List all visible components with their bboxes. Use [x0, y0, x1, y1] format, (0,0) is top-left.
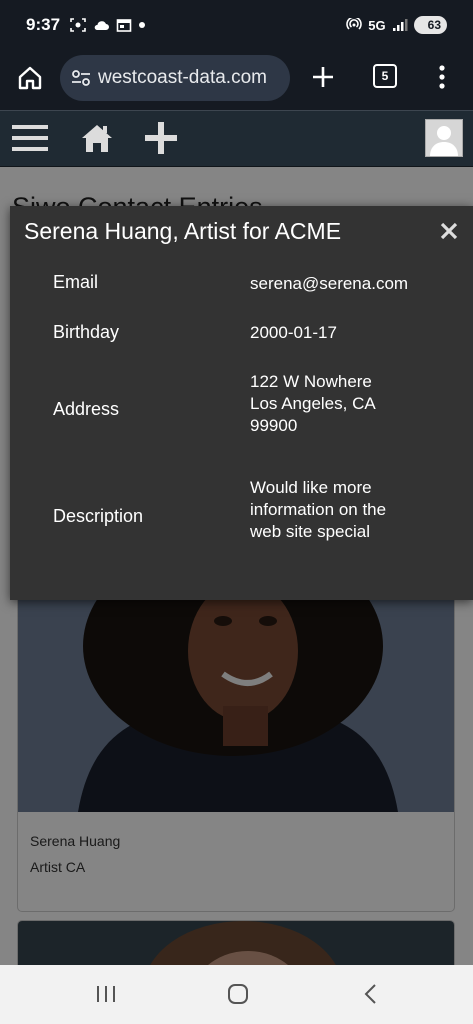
screen: 9:37 5G 63 westcoast-data.com 5 Serena H… [0, 0, 473, 1024]
status-notification-icons [70, 18, 146, 32]
modal-title: Serena Huang, Artist for ACME [24, 218, 342, 244]
user-avatar-icon[interactable] [425, 119, 463, 157]
close-icon[interactable] [440, 222, 458, 240]
url-text[interactable]: westcoast-data.com [98, 67, 267, 89]
address-label: Address [53, 399, 120, 419]
hotspot-icon [346, 18, 363, 30]
more-vert-icon[interactable] [434, 63, 450, 91]
description-line: web site special [250, 522, 371, 541]
address-line: Los Angeles, CA [250, 394, 376, 413]
description-line: Would like more [250, 478, 372, 497]
birthday-value: 2000-01-17 [250, 323, 337, 342]
site-info-icon[interactable] [70, 67, 92, 89]
hamburger-menu-icon[interactable] [12, 121, 48, 155]
description-label: Description [53, 506, 144, 526]
browser-toolbar: westcoast-data.com 5 [0, 50, 473, 110]
email-value: serena@serena.com [250, 274, 409, 293]
battery-level: 63 [427, 18, 441, 32]
home-icon[interactable] [80, 121, 114, 155]
dot-icon [139, 22, 146, 28]
contact-detail-modal: Serena Huang, Artist for ACME Email sere… [10, 206, 473, 600]
tab-count-label: 5 [381, 69, 389, 83]
add-icon[interactable] [144, 121, 178, 155]
system-navigation-bar [0, 965, 473, 1024]
address-line: 99900 [250, 416, 298, 435]
description-value: Would like more information on the web s… [250, 477, 450, 543]
status-time: 9:37 [26, 15, 61, 34]
recents-icon[interactable] [95, 985, 117, 1003]
address-value: 122 W Nowhere Los Angeles, CA 99900 [250, 371, 450, 437]
email-label: Email [53, 272, 99, 292]
back-icon[interactable] [362, 983, 378, 1005]
address-bar[interactable]: westcoast-data.com [60, 55, 290, 101]
tab-switcher-button[interactable]: 5 [373, 64, 397, 88]
screenshot-icon [70, 18, 86, 32]
status-system-icons: 5G 63 [346, 16, 447, 34]
home-button-icon[interactable] [227, 983, 249, 1005]
battery-indicator: 63 [413, 16, 447, 34]
birthday-label: Birthday [53, 322, 120, 342]
calendar-icon [116, 19, 132, 32]
description-line: information on the [250, 500, 387, 519]
signal-icon [392, 19, 408, 31]
network-type: 5G [368, 17, 386, 33]
plus-icon[interactable] [310, 64, 336, 90]
home-icon[interactable] [16, 64, 44, 92]
cloud-icon [94, 21, 110, 30]
app-navbar [0, 110, 473, 167]
status-bar: 9:37 5G 63 [0, 0, 473, 50]
address-line: 122 W Nowhere [250, 372, 372, 391]
